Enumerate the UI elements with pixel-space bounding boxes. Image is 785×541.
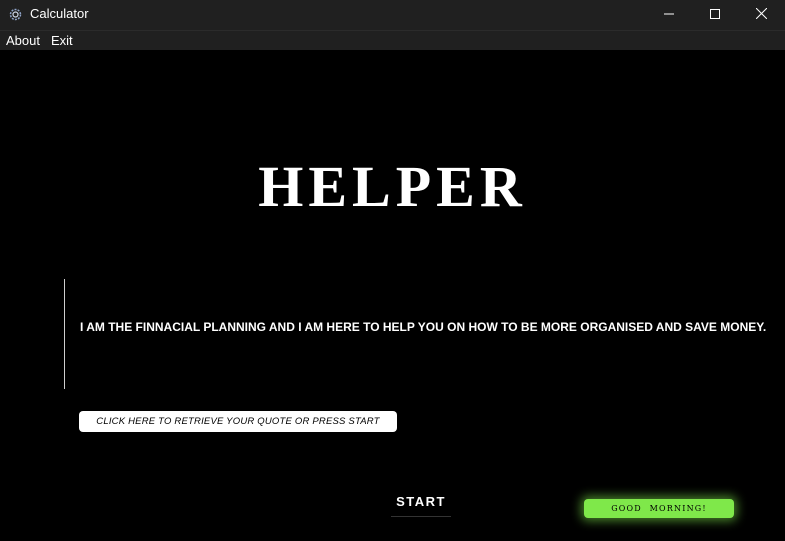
app-gear-icon — [8, 7, 23, 22]
menu-item-exit[interactable]: Exit — [51, 33, 73, 48]
menu-item-about[interactable]: About — [6, 33, 40, 48]
start-button[interactable]: START — [391, 494, 451, 517]
retrieve-quote-button[interactable]: CLICK HERE TO RETRIEVE YOUR QUOTE OR PRE… — [79, 411, 397, 432]
close-icon — [755, 6, 767, 24]
minimize-icon — [664, 6, 674, 24]
vertical-divider — [64, 279, 65, 389]
page-heading: HELPER — [258, 154, 527, 219]
main-content: HELPER I AM THE FINNACIAL PLANNING AND I… — [0, 50, 785, 541]
intro-text: I AM THE FINNACIAL PLANNING AND I AM HER… — [80, 320, 767, 334]
greeting-badge: GOOD MORNING! — [584, 499, 734, 518]
window-title: Calculator — [30, 6, 89, 21]
maximize-button[interactable] — [692, 0, 738, 30]
maximize-icon — [710, 6, 720, 24]
menu-bar: About Exit — [0, 30, 785, 50]
title-bar: Calculator — [0, 0, 785, 30]
close-button[interactable] — [738, 0, 784, 30]
minimize-button[interactable] — [646, 0, 692, 30]
